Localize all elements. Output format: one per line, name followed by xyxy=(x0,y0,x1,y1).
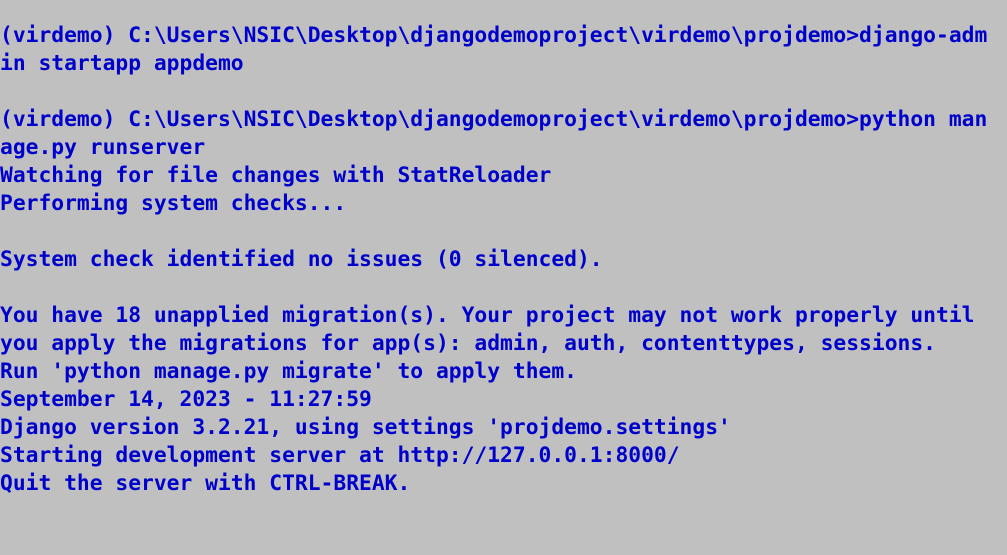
output-line: Performing system checks... xyxy=(0,191,347,216)
output-line: September 14, 2023 - 11:27:59 xyxy=(0,387,372,412)
command-line-wrap: in startapp appdemo xyxy=(0,51,244,76)
output-line: Watching for file changes with StatReloa… xyxy=(0,163,552,188)
output-line: You have 18 unapplied migration(s). Your… xyxy=(0,303,975,328)
output-line: Run 'python manage.py migrate' to apply … xyxy=(0,359,577,384)
output-line: Django version 3.2.21, using settings 'p… xyxy=(0,415,731,440)
output-line: you apply the migrations for app(s): adm… xyxy=(0,331,936,356)
output-line: Quit the server with CTRL-BREAK. xyxy=(0,471,411,496)
command-line: (virdemo) C:\Users\NSIC\Desktop\djangode… xyxy=(0,23,988,48)
console-window[interactable]: (virdemo) C:\Users\NSIC\Desktop\djangode… xyxy=(0,0,1007,555)
output-line: System check identified no issues (0 sil… xyxy=(0,247,603,272)
output-line: Starting development server at http://12… xyxy=(0,443,680,468)
command-line: (virdemo) C:\Users\NSIC\Desktop\djangode… xyxy=(0,107,988,132)
command-line-wrap: age.py runserver xyxy=(0,135,206,160)
